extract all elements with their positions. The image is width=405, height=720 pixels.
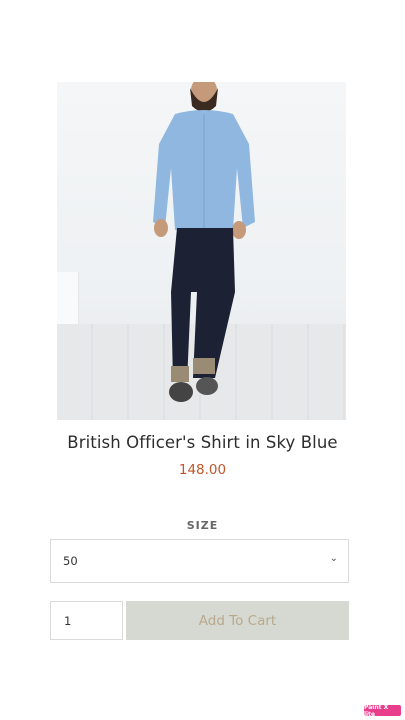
model-figure <box>153 82 255 402</box>
add-to-cart-button[interactable]: Add To Cart <box>126 601 349 640</box>
product-title: British Officer's Shirt in Sky Blue <box>67 433 338 452</box>
size-label: SIZE <box>186 519 219 532</box>
product-price: 148.00 <box>178 462 227 478</box>
size-select[interactable]: 50 ⌄ <box>50 539 349 583</box>
quantity-input[interactable] <box>50 601 123 640</box>
product-image[interactable] <box>57 82 346 420</box>
watermark-badge: Paint X lite <box>364 704 401 718</box>
chevron-down-icon: ⌄ <box>329 553 338 564</box>
size-selected-value: 50 <box>63 554 78 568</box>
